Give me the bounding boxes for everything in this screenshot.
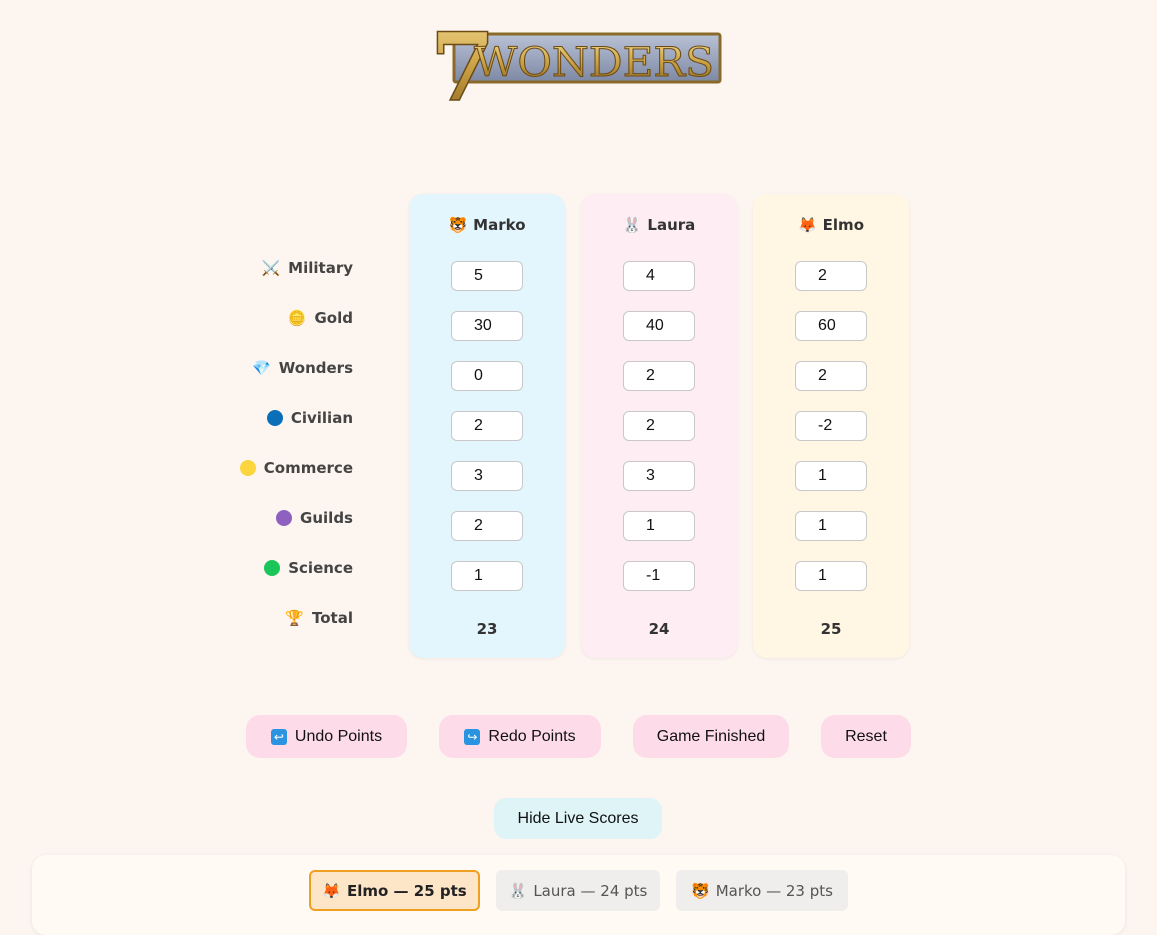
undo-arrow-icon: ↩ xyxy=(270,728,287,745)
civilian-input[interactable] xyxy=(623,411,695,441)
total-score: 23 xyxy=(476,620,498,638)
leaderboard-chip-first: 🦊 Elmo — 25 pts xyxy=(309,870,480,911)
leaderboard-chip-second: 🐰 Laura — 24 pts xyxy=(496,870,660,911)
reset-button[interactable]: Reset xyxy=(821,715,911,758)
commerce-input[interactable] xyxy=(795,461,867,491)
row-label-civilian: Civilian xyxy=(266,408,353,428)
player-column-marko: 🐯 Marko 23 xyxy=(409,0,565,930)
player-name-header: 🦊 Elmo xyxy=(753,216,909,234)
guilds-input[interactable] xyxy=(795,511,867,541)
crossed-swords-icon: ⚔️ xyxy=(261,259,281,277)
civilian-input[interactable] xyxy=(451,411,523,441)
undo-points-button[interactable]: ↩ Undo Points xyxy=(246,715,407,758)
button-label: Reset xyxy=(845,727,887,745)
leaderboard-text: Laura — 24 pts xyxy=(533,881,648,900)
player-name: Laura xyxy=(647,216,696,234)
leaderboard-text: Marko — 23 pts xyxy=(715,881,833,900)
player-column-laura: 🐰 Laura 24 xyxy=(581,0,737,930)
trophy-icon: 🏆 xyxy=(285,609,305,627)
commerce-input[interactable] xyxy=(451,461,523,491)
button-label: Game Finished xyxy=(656,727,766,745)
military-input[interactable] xyxy=(451,261,523,291)
row-label-text: Civilian xyxy=(290,409,353,427)
commerce-input[interactable] xyxy=(623,461,695,491)
gold-input[interactable] xyxy=(795,311,867,341)
row-label-gold: 🪙 Gold xyxy=(288,308,353,328)
row-label-text: Wonders xyxy=(278,359,353,377)
redo-points-button[interactable]: ↪ Redo Points xyxy=(439,715,601,758)
leaderboard-text: Elmo — 25 pts xyxy=(346,881,467,900)
civilian-input[interactable] xyxy=(795,411,867,441)
fox-icon: 🦊 xyxy=(322,881,341,900)
row-label-text: Guilds xyxy=(300,509,353,527)
player-name-header: 🐰 Laura xyxy=(581,216,737,234)
row-label-text: Science xyxy=(288,559,353,577)
player-column-elmo: 🦊 Elmo 25 xyxy=(753,0,909,930)
rabbit-icon: 🐰 xyxy=(508,881,528,900)
gold-input[interactable] xyxy=(623,311,695,341)
yellow-circle-icon xyxy=(239,460,256,476)
hide-live-scores-button[interactable]: Hide Live Scores xyxy=(494,798,662,839)
green-circle-icon xyxy=(264,560,281,576)
military-input[interactable] xyxy=(795,261,867,291)
row-label-science: Science xyxy=(264,558,353,578)
button-label: Redo Points xyxy=(488,727,576,745)
game-finished-button[interactable]: Game Finished xyxy=(633,715,789,758)
gem-icon: 💎 xyxy=(252,359,271,377)
science-input[interactable] xyxy=(451,561,523,591)
rabbit-icon: 🐰 xyxy=(622,216,642,234)
row-label-text: Total xyxy=(312,609,353,627)
blue-circle-icon xyxy=(266,410,283,426)
total-score: 24 xyxy=(648,620,670,638)
coin-icon: 🪙 xyxy=(287,309,307,327)
purple-circle-icon xyxy=(276,510,293,526)
military-input[interactable] xyxy=(623,261,695,291)
row-label-guilds: Guilds xyxy=(276,508,353,528)
row-label-text: Commerce xyxy=(263,459,353,477)
wonders-input[interactable] xyxy=(623,361,695,391)
guilds-input[interactable] xyxy=(623,511,695,541)
player-name: Elmo xyxy=(822,216,864,234)
science-input[interactable] xyxy=(623,561,695,591)
button-label: Undo Points xyxy=(294,727,383,745)
player-name-header: 🐯 Marko xyxy=(409,216,565,234)
row-label-military: ⚔️ Military xyxy=(261,258,353,278)
row-label-wonders: 💎 Wonders xyxy=(252,358,353,378)
row-label-text: Gold xyxy=(314,309,354,327)
guilds-input[interactable] xyxy=(451,511,523,541)
science-input[interactable] xyxy=(795,561,867,591)
fox-icon: 🦊 xyxy=(797,216,817,234)
row-label-total: 🏆 Total xyxy=(285,608,353,628)
wonders-input[interactable] xyxy=(795,361,867,391)
row-label-text: Military xyxy=(288,259,353,277)
button-label: Hide Live Scores xyxy=(517,809,639,827)
wonders-input[interactable] xyxy=(451,361,523,391)
gold-input[interactable] xyxy=(451,311,523,341)
row-label-commerce: Commerce xyxy=(239,458,353,478)
leaderboard-chip-third: 🐯 Marko — 23 pts xyxy=(676,870,848,911)
player-name: Marko xyxy=(473,216,526,234)
tiger-icon: 🐯 xyxy=(448,216,468,234)
tiger-icon: 🐯 xyxy=(691,881,710,900)
redo-arrow-icon: ↪ xyxy=(464,728,481,745)
total-score: 25 xyxy=(820,620,842,638)
